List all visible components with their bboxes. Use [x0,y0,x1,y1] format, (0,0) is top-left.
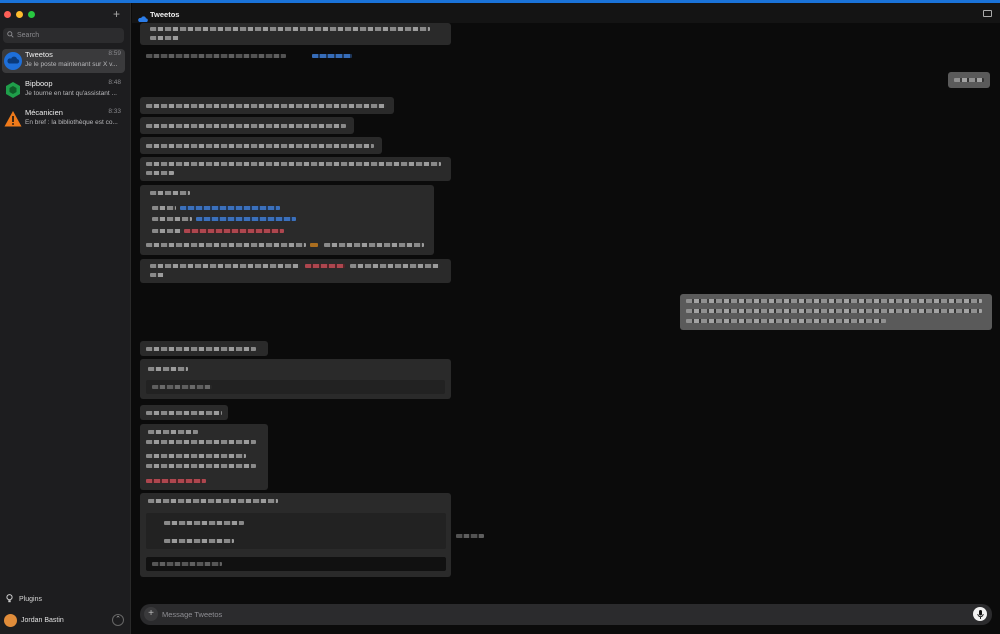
attach-button[interactable]: + [144,607,158,621]
chat-title: Tweetos [150,10,180,19]
window-controls [4,11,35,18]
conversation-name: Mécanicien [25,108,63,117]
message-input[interactable]: Message Tweetos [162,610,222,619]
search-field[interactable]: Search [3,28,124,43]
conversation-time: 8:59 [108,50,121,57]
message-metadata [146,54,286,58]
search-icon [7,31,14,40]
message-list[interactable] [132,23,1000,600]
microphone-icon[interactable] [973,607,987,621]
user-message [948,72,990,88]
conversation-item-mecanicien[interactable]: Mécanicien 8:33 En bref : la bibliothèqu… [2,107,125,131]
assistant-message [140,424,268,490]
sidebar: + Search Tweetos 8:59 Je le poste mainte… [0,3,131,634]
assistant-message [140,117,354,134]
conversation-snippet: Je le poste maintenant sur X v... [25,61,118,68]
assistant-message [140,405,228,420]
assistant-message [140,23,451,45]
message-status [456,534,484,538]
warning-icon [4,110,22,128]
sidebar-toggle-icon[interactable] [983,10,992,17]
search-placeholder: Search [17,32,40,39]
conversation-name: Tweetos [25,50,53,59]
chat-header: Tweetos [132,3,1000,23]
assistant-message [140,259,451,283]
plugins-label: Plugins [19,596,42,603]
conversation-item-bipboop[interactable]: Bipboop 8:48 Je tourne en tant qu'assist… [2,78,125,102]
cloud-icon [4,52,22,70]
settings-icon[interactable]: ⌃ [112,614,124,626]
message-link[interactable] [312,54,352,58]
assistant-message [140,157,451,181]
conversation-time: 8:48 [108,79,121,86]
minimize-window-button[interactable] [16,11,23,18]
assistant-message [140,341,268,356]
close-window-button[interactable] [4,11,11,18]
assistant-message [140,97,394,114]
conversation-snippet: Je tourne en tant qu'assistant ... [25,90,117,97]
hexagon-icon [4,81,22,99]
maximize-window-button[interactable] [28,11,35,18]
lightbulb-icon [6,594,13,605]
conversation-snippet: En bref : la bibliothèque est co... [25,119,118,126]
assistant-message [140,185,434,255]
user-profile[interactable]: Jordan Bastin ⌃ [4,612,128,630]
avatar [4,614,17,627]
message-composer[interactable]: + Message Tweetos [140,604,992,625]
user-name: Jordan Bastin [21,617,64,624]
conversation-item-tweetos[interactable]: Tweetos 8:59 Je le poste maintenant sur … [2,49,125,73]
assistant-message [140,359,451,399]
conversation-name: Bipboop [25,79,53,88]
assistant-message [140,137,382,154]
assistant-message [140,493,451,577]
plugins-button[interactable]: Plugins [6,594,42,605]
conversation-time: 8:33 [108,108,121,115]
new-chat-button[interactable]: + [113,7,120,21]
user-message [680,294,992,330]
